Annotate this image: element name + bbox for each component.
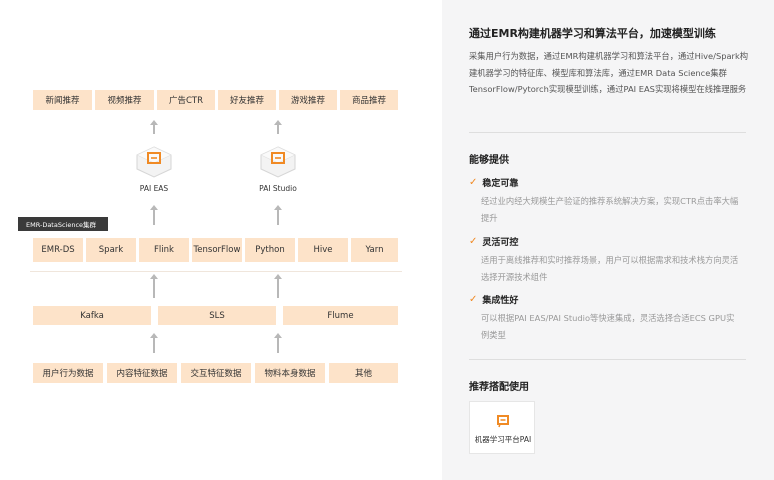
- feature-desc-integration: 可以根据PAI EAS/PAI Studio等快速集成，灵活选择合适ECS GP…: [481, 313, 735, 340]
- recommend-heading: 推荐搭配使用: [469, 382, 529, 393]
- divider: [469, 359, 746, 360]
- pai-eas-icon: [136, 146, 172, 178]
- app-box-video: 视频推荐: [95, 90, 154, 110]
- ingest-box-flume: Flume: [283, 306, 398, 325]
- check-icon: ✓: [469, 177, 478, 188]
- feature-title-text: 稳定可靠: [482, 179, 519, 189]
- arrow-up: [273, 120, 283, 134]
- architecture-diagram: 新闻推荐 视频推荐 广告CTR 好友推荐 游戏推荐 商品推荐 PAI EAS P…: [0, 0, 442, 480]
- app-box-products: 商品推荐: [340, 90, 398, 110]
- arrow-up: [149, 274, 159, 298]
- source-box-user-behavior: 用户行为数据: [33, 363, 103, 383]
- compute-box-spark: Spark: [86, 238, 136, 262]
- arrow-up: [149, 205, 159, 225]
- app-box-friends: 好友推荐: [218, 90, 276, 110]
- arrow-up: [273, 274, 283, 298]
- app-box-news: 新闻推荐: [33, 90, 92, 110]
- feature-title-flexible: ✓ 灵活可控: [469, 235, 518, 248]
- compute-box-python: Python: [245, 238, 295, 262]
- arrow-up: [149, 333, 159, 353]
- ingest-box-kafka: Kafka: [33, 306, 151, 325]
- feature-title-stable: ✓ 稳定可靠: [469, 176, 518, 189]
- compute-box-emr-ds: EMR-DS: [33, 238, 83, 262]
- check-icon: ✓: [469, 236, 478, 247]
- recommend-card-label: 机器学习平台PAI: [474, 435, 532, 444]
- solution-panel: 通过EMR构建机器学习和算法平台，加速模型训练 采集用户行为数据，通过EMR构建…: [442, 0, 774, 480]
- pai-platform-icon: [497, 415, 509, 428]
- source-box-interaction-features: 交互特征数据: [181, 363, 251, 383]
- compute-box-yarn: Yarn: [351, 238, 398, 262]
- app-box-games: 游戏推荐: [279, 90, 337, 110]
- feature-title-text: 集成性好: [482, 296, 519, 306]
- source-box-other: 其他: [329, 363, 398, 383]
- feature-title-integration: ✓ 集成性好: [469, 293, 518, 306]
- panel-description: 采集用户行为数据，通过EMR构建机器学习和算法平台，通过Hive/Spark构建…: [469, 51, 749, 94]
- cluster-tag: EMR-DataScience集群: [18, 217, 108, 231]
- feature-title-text: 灵活可控: [482, 238, 519, 248]
- service-label-pai-studio: PAI Studio: [259, 184, 297, 193]
- feature-desc-flexible: 适用于离线推荐和实时推荐场景，用户可以根据需求和技术栈方向灵活选择开源技术组件: [481, 255, 739, 282]
- panel-title: 通过EMR构建机器学习和算法平台，加速模型训练: [469, 27, 716, 40]
- compute-box-flink: Flink: [139, 238, 189, 262]
- source-box-content-features: 内容特征数据: [107, 363, 177, 383]
- ingest-box-sls: SLS: [158, 306, 276, 325]
- feature-desc-stable: 经过业内经大规模生产验证的推荐系统解决方案，实现CTR点击率大幅提升: [481, 196, 739, 223]
- divider: [30, 271, 402, 272]
- source-box-material-data: 物料本身数据: [255, 363, 325, 383]
- check-icon: ✓: [469, 294, 478, 305]
- capabilities-heading: 能够提供: [469, 155, 509, 166]
- arrow-up: [273, 333, 283, 353]
- recommend-card-pai[interactable]: 机器学习平台PAI: [469, 401, 535, 454]
- service-label-pai-eas: PAI EAS: [139, 184, 169, 193]
- pai-studio-icon: [260, 146, 296, 178]
- app-box-ad-ctr: 广告CTR: [157, 90, 215, 110]
- arrow-up: [273, 205, 283, 225]
- arrow-up: [149, 120, 159, 134]
- compute-box-hive: Hive: [298, 238, 348, 262]
- divider: [469, 132, 746, 133]
- compute-box-tensorflow: TensorFlow: [192, 238, 242, 262]
